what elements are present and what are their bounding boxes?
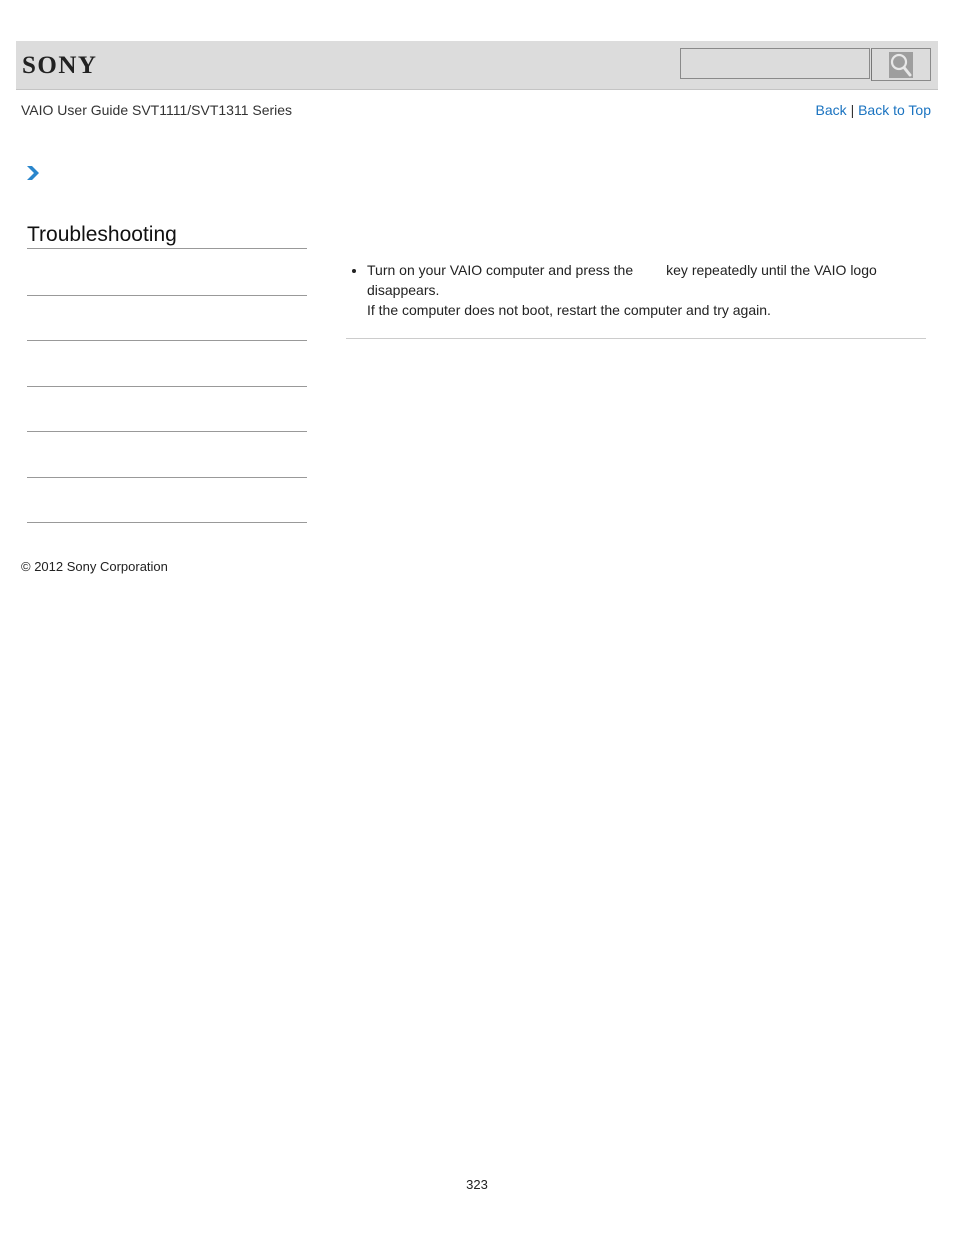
chevron-right-icon <box>26 165 40 186</box>
sidebar-item-divider <box>27 431 307 432</box>
header-bar: SONY <box>16 41 938 90</box>
sidebar-item-divider <box>27 386 307 387</box>
guide-title: VAIO User Guide SVT1111/SVT1311 Series <box>21 102 293 118</box>
top-links: Back | Back to Top <box>816 102 931 118</box>
sidebar-title: Troubleshooting <box>27 223 307 249</box>
instruction-item: Turn on your VAIO computer and press the… <box>352 260 926 320</box>
instruction-list: Turn on your VAIO computer and press the… <box>346 260 926 320</box>
back-link[interactable]: Back <box>816 102 847 118</box>
main-content: Turn on your VAIO computer and press the… <box>346 260 926 320</box>
sidebar-item-divider <box>27 477 307 478</box>
content-divider <box>346 338 926 339</box>
back-to-top-link[interactable]: Back to Top <box>858 102 931 118</box>
search-icon <box>889 52 913 78</box>
sidebar-item-divider <box>27 340 307 341</box>
page-number: 323 <box>466 1177 488 1192</box>
search-input[interactable] <box>680 48 870 79</box>
link-separator: | <box>850 102 855 118</box>
search-button[interactable] <box>871 48 931 81</box>
instruction-text-before-key: Turn on your VAIO computer and press the <box>367 262 634 278</box>
sidebar-item-divider <box>27 522 307 523</box>
instruction-note: If the computer does not boot, restart t… <box>367 302 771 318</box>
sony-logo: SONY <box>22 52 98 79</box>
copyright: © 2012 Sony Corporation <box>21 559 168 574</box>
sidebar-item-divider <box>27 295 307 296</box>
